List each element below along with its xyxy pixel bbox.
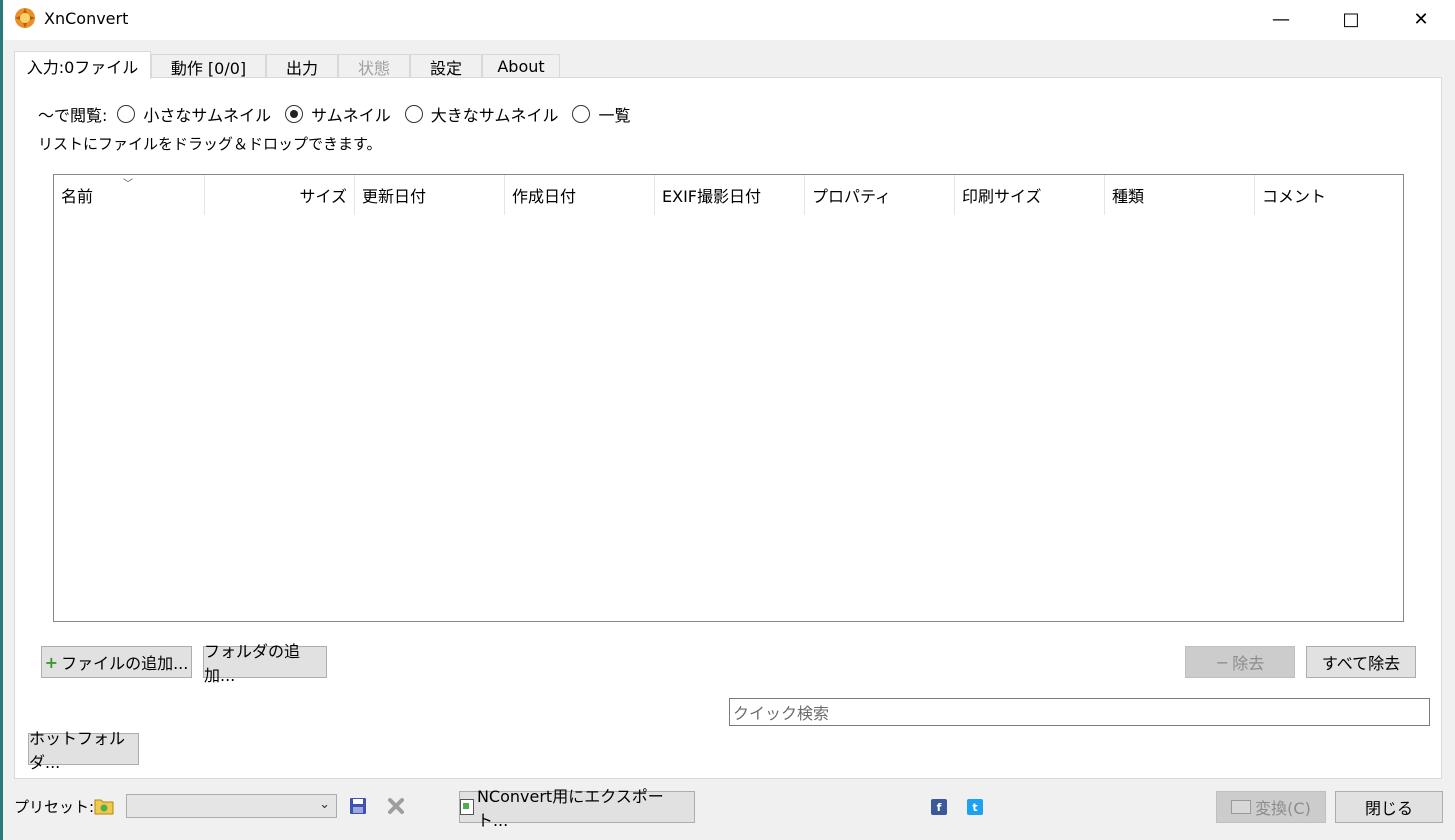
save-preset-button[interactable] [347, 795, 369, 817]
tab-output[interactable]: 出力 [266, 54, 338, 78]
column-header-exif-date[interactable]: EXIF撮影日付 [655, 175, 805, 215]
save-icon [350, 798, 366, 814]
chevron-down-icon: ⌄ [319, 797, 330, 812]
column-header-type[interactable]: 種類 [1105, 175, 1255, 215]
tab-settings[interactable]: 設定 [410, 54, 482, 78]
tab-input[interactable]: 入力:0ファイル [14, 51, 151, 79]
hot-folder-button[interactable]: ホットフォルダ... [28, 729, 139, 772]
radio-selected-dot [290, 110, 299, 118]
radio-thumbnail[interactable] [285, 105, 304, 123]
tab-about[interactable]: About [482, 54, 560, 78]
add-folder-button[interactable]: フォルダの追加... [203, 642, 327, 685]
column-header-print-size[interactable]: 印刷サイズ [955, 175, 1105, 215]
close-button[interactable]: 閉じる [1335, 791, 1443, 823]
close-window-button[interactable]: ✕ [1386, 0, 1455, 38]
radio-small-thumbnail[interactable] [117, 105, 136, 123]
maximize-button[interactable]: □ [1316, 0, 1386, 38]
preset-label: プリセット: [14, 798, 95, 816]
tab-status[interactable]: 状態 [338, 54, 410, 78]
preset-dropdown[interactable]: ⌄ [126, 794, 337, 818]
facebook-icon[interactable]: f [931, 799, 947, 815]
minimize-button[interactable]: — [1246, 0, 1316, 38]
option-large-thumbnail[interactable]: 大きなサムネイル [431, 102, 559, 126]
delete-icon [388, 798, 404, 814]
twitter-icon[interactable]: t [967, 799, 983, 815]
option-thumbnail[interactable]: サムネイル [311, 102, 391, 126]
window-title: XnConvert [44, 9, 129, 28]
plus-icon: + [44, 652, 59, 672]
title-bar [3, 0, 1455, 40]
minus-icon: − [1215, 652, 1230, 672]
delete-preset-button[interactable] [385, 795, 407, 817]
column-header-created[interactable]: 作成日付 [505, 175, 655, 215]
xnconvert-logo-icon [13, 6, 37, 30]
view-label: 〜で閲覧: [38, 106, 108, 125]
folder-icon [94, 799, 114, 815]
remove-button[interactable]: − 除去 [1185, 646, 1295, 678]
add-files-button[interactable]: + ファイルの追加... [41, 646, 192, 678]
column-header-properties[interactable]: プロパティ [805, 175, 955, 215]
export-nconvert-button[interactable]: NConvert用にエクスポート... [459, 787, 695, 830]
view-options: 〜で閲覧: 小さなサムネイル サムネイル 大きなサムネイル 一覧 [38, 102, 630, 126]
column-header-modified[interactable]: 更新日付 [355, 175, 505, 215]
column-header-name[interactable]: 名前 [54, 175, 205, 215]
convert-icon [1231, 800, 1252, 814]
option-small-thumbnail[interactable]: 小さなサムネイル [143, 102, 271, 126]
preset-folder-button[interactable] [93, 795, 115, 817]
column-header-comment[interactable]: コメント [1255, 175, 1403, 215]
minimize-icon: — [1272, 8, 1290, 30]
column-header-size[interactable]: サイズ [205, 175, 355, 215]
convert-button[interactable]: 変換(C) [1216, 791, 1326, 823]
close-icon: ✕ [1413, 8, 1429, 30]
remove-all-button[interactable]: すべて除去 [1306, 646, 1416, 678]
radio-large-thumbnail[interactable] [404, 105, 423, 123]
option-list[interactable]: 一覧 [598, 102, 630, 126]
drag-drop-hint: リストにファイルをドラッグ＆ドロップできます。 [38, 135, 382, 153]
radio-list[interactable] [572, 105, 591, 123]
tab-actions[interactable]: 動作 [0/0] [151, 54, 266, 78]
file-list[interactable]: ﹀ 名前 サイズ 更新日付 作成日付 EXIF撮影日付 プロパティ 印刷サイズ … [53, 174, 1404, 622]
quick-search-input[interactable]: クイック検索 [729, 698, 1430, 726]
maximize-icon: □ [1342, 8, 1360, 30]
export-script-icon [460, 799, 474, 815]
